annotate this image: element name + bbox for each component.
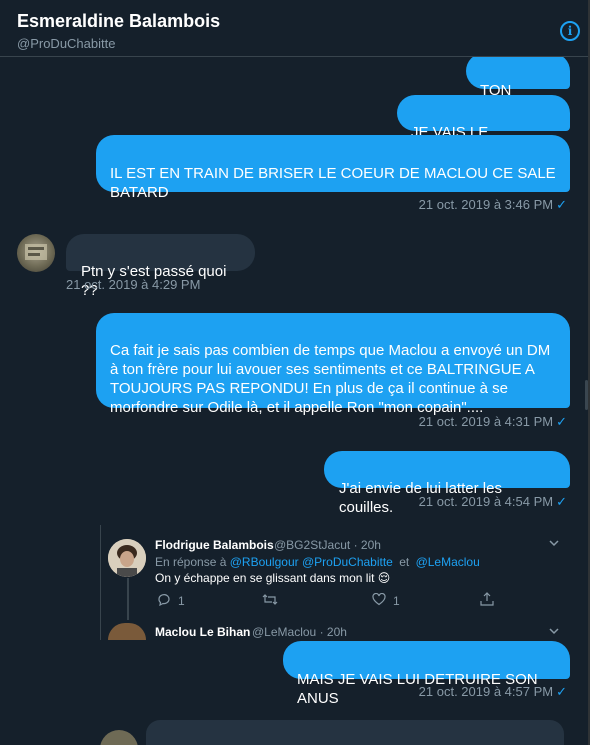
- share-icon[interactable]: [480, 592, 494, 609]
- message-text: Ca fait je sais pas combien de temps que…: [110, 342, 551, 416]
- read-check-icon: ✓: [556, 197, 567, 212]
- read-check-icon: ✓: [556, 684, 567, 699]
- info-icon[interactable]: i: [560, 21, 580, 41]
- tweet-author-handle[interactable]: @LeMaclou: [252, 625, 316, 639]
- mention-link[interactable]: @LeMaclou: [416, 555, 480, 569]
- message-timestamp: 21 oct. 2019 à 4:54 PM ✓: [418, 494, 567, 509]
- conversation-header: Esmeraldine Balambois @ProDuChabitte i: [0, 0, 588, 57]
- tweet-text: On y échappe en se glissant dans mon lit…: [155, 571, 391, 585]
- tweet-author-name[interactable]: Flodrigue Balambois: [155, 538, 274, 552]
- reply-icon[interactable]: [157, 593, 171, 609]
- sent-message[interactable]: MAIS JE VAIS LUI DETRUIRE SON ANUS: [283, 641, 570, 707]
- tweet-author-name[interactable]: Maclou Le Bihan: [155, 625, 250, 639]
- scrollbar[interactable]: [585, 380, 588, 410]
- tweet-author-avatar[interactable]: [108, 539, 146, 577]
- mention-link[interactable]: @RBoulgour: [230, 555, 299, 569]
- tweet-author-meta: @BG2StJacut · 20h: [274, 538, 381, 552]
- sent-message[interactable]: TON FRERE: [466, 53, 570, 118]
- sent-message[interactable]: J'ai envie de lui latter les couilles.: [324, 451, 570, 516]
- message-timestamp: 21 oct. 2019 à 4:31 PM ✓: [418, 414, 567, 429]
- reply-context: En réponse à @RBoulgour @ProDuChabitte e…: [155, 555, 480, 569]
- sent-message[interactable]: IL EST EN TRAIN DE BRISER LE COEUR DE MA…: [96, 135, 570, 201]
- message-timestamp: 21 oct. 2019 à 3:46 PM ✓: [418, 197, 567, 212]
- retweet-icon[interactable]: [262, 593, 278, 609]
- shared-tweet[interactable]: Flodrigue Balambois @BG2StJacut · 20h En…: [100, 525, 570, 640]
- tweet-author-handle[interactable]: @BG2StJacut: [274, 538, 350, 552]
- sent-message[interactable]: Ca fait je sais pas combien de temps que…: [96, 313, 570, 416]
- tweet-time[interactable]: 20h: [361, 538, 381, 552]
- chevron-down-icon[interactable]: [548, 625, 560, 639]
- contact-handle[interactable]: @ProDuChabitte: [17, 36, 115, 51]
- read-check-icon: ✓: [556, 494, 567, 509]
- mention-link[interactable]: @ProDuChabitte: [302, 555, 393, 569]
- message-timestamp: 21 oct. 2019 à 4:29 PM: [66, 277, 201, 292]
- read-check-icon: ✓: [556, 414, 567, 429]
- dm-window: Esmeraldine Balambois @ProDuChabitte i T…: [0, 0, 590, 745]
- received-message-partial[interactable]: [146, 720, 564, 745]
- chevron-down-icon[interactable]: [548, 537, 560, 551]
- like-count: 1: [393, 594, 400, 608]
- sent-message[interactable]: JE VAIS LE DEFONCER: [397, 95, 570, 160]
- tweet-divider: [100, 525, 101, 640]
- contact-name[interactable]: Esmeraldine Balambois: [17, 11, 220, 32]
- contact-avatar[interactable]: [17, 234, 55, 272]
- like-icon[interactable]: [372, 592, 386, 609]
- message-text: IL EST EN TRAIN DE BRISER LE COEUR DE MA…: [110, 165, 556, 201]
- thread-line: [127, 578, 129, 620]
- contact-avatar[interactable]: [100, 730, 138, 745]
- message-timestamp: 21 oct. 2019 à 4:57 PM ✓: [418, 684, 567, 699]
- tweet-time[interactable]: 20h: [327, 625, 347, 639]
- tweet-author-avatar[interactable]: [108, 623, 146, 640]
- received-message[interactable]: Ptn y s'est passé quoi ??: [66, 234, 255, 299]
- tweet-author-meta: @LeMaclou · 20h: [252, 625, 347, 639]
- reply-count: 1: [178, 594, 185, 608]
